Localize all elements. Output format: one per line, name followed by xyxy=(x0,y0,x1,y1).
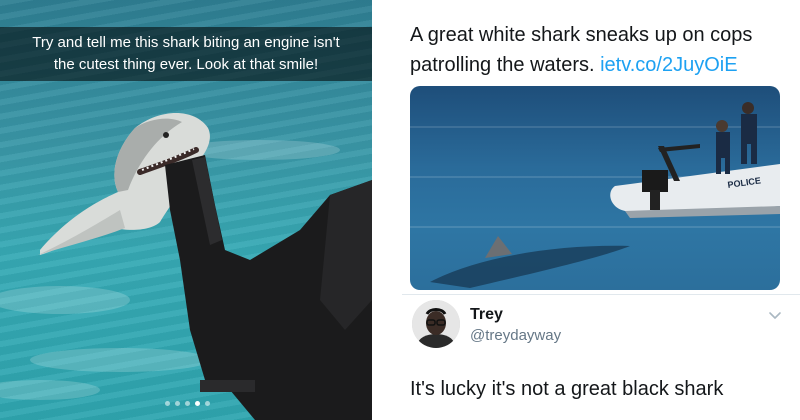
tweet-link[interactable]: ietv.co/2JuyOiE xyxy=(600,54,737,76)
caption-line-2: the cutest thing ever. Look at that smil… xyxy=(53,56,319,73)
reply-display-name[interactable]: Trey xyxy=(470,306,503,324)
tweet-card: A great white shark sneaks up on cops pa… xyxy=(402,0,800,420)
caption-line-1: Try and tell me this shark biting an eng… xyxy=(32,34,340,51)
tweet-photo[interactable]: POLICE xyxy=(410,86,780,290)
page-dot[interactable] xyxy=(165,401,170,406)
page-dot[interactable] xyxy=(175,401,180,406)
avatar-portrait-illustration xyxy=(412,300,460,348)
reply-separator xyxy=(402,294,800,295)
avatar[interactable] xyxy=(412,300,460,348)
page-dot[interactable] xyxy=(185,401,190,406)
page-indicator xyxy=(165,401,210,406)
panel-divider xyxy=(372,0,402,420)
page-dot[interactable] xyxy=(205,401,210,406)
reply-username[interactable]: @treydayway xyxy=(470,327,561,344)
police-boat-shark-illustration: POLICE xyxy=(410,102,780,288)
left-meme-photo: Try and tell me this shark biting an eng… xyxy=(0,0,372,420)
tweet-body: A great white shark sneaks up on cops pa… xyxy=(410,20,790,80)
page-dot-active[interactable] xyxy=(195,401,200,406)
chevron-down-icon[interactable] xyxy=(768,308,782,322)
meme-caption: Try and tell me this shark biting an eng… xyxy=(0,27,372,81)
reply-text: It's lucky it's not a great black shark xyxy=(410,378,724,400)
